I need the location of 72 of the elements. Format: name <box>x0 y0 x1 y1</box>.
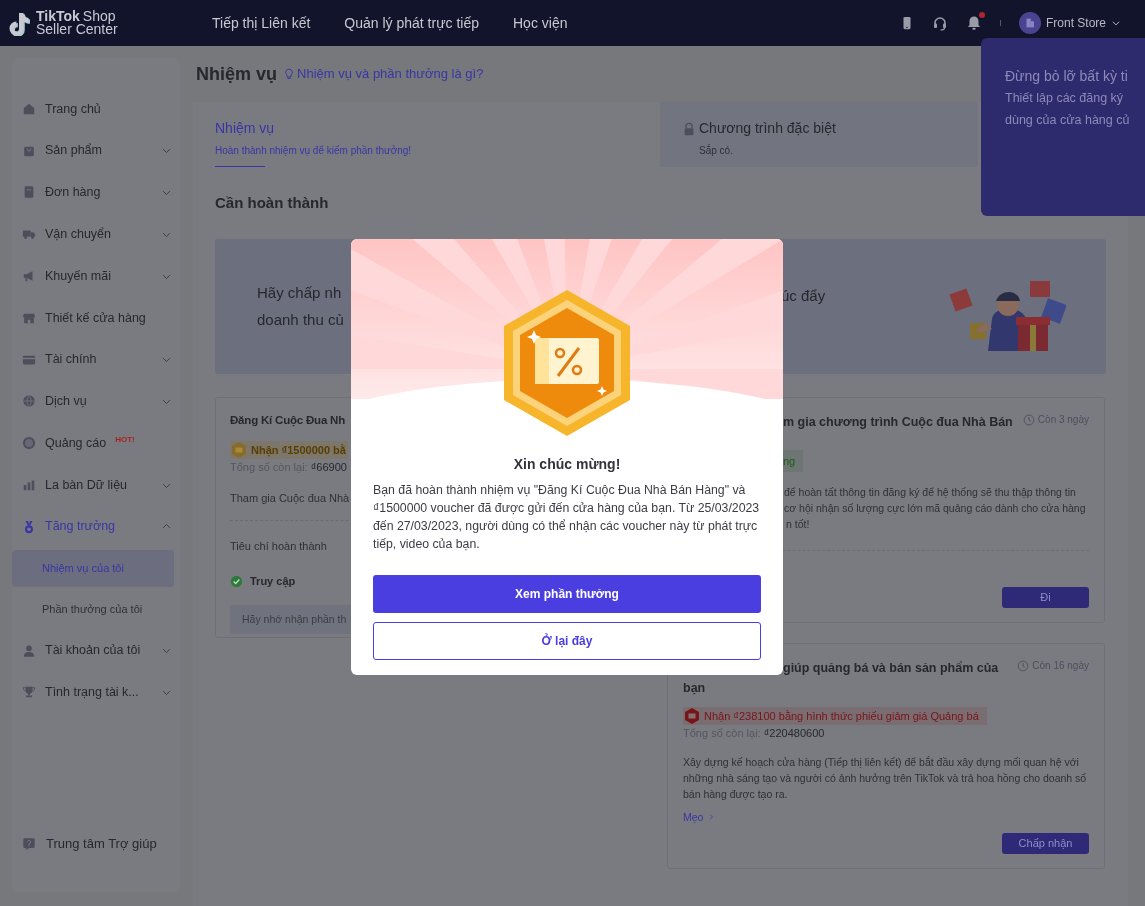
sidebar-item[interactable]: Tăng trưởng <box>12 505 180 548</box>
sidebar-item[interactable]: Quảng cáo HOT! <box>12 422 180 465</box>
help-center-link[interactable]: Trung tâm Trợ giúp <box>12 824 180 864</box>
clock-icon <box>1022 413 1035 426</box>
megaphone-icon <box>22 269 36 284</box>
bar-chart-icon <box>22 478 36 493</box>
sidebar-item[interactable]: Sản phẩm <box>12 129 180 172</box>
banner-text: doanh thu củ <box>257 309 344 330</box>
chevron-down-icon <box>1111 18 1121 28</box>
action-button[interactable]: Đi <box>1002 587 1089 608</box>
globe-icon <box>22 394 36 409</box>
popup-title: Đừng bỏ lỡ bất kỳ ti <box>1005 67 1129 86</box>
voucher-icon <box>683 707 701 725</box>
sidebar-item[interactable]: Tình trạng tài k... <box>12 671 180 714</box>
help-icon <box>22 837 36 851</box>
user-icon <box>22 643 36 658</box>
chevron-right-icon <box>707 813 716 822</box>
sidebar-item[interactable]: Đơn hàng <box>12 171 180 214</box>
headset-icon[interactable] <box>931 15 948 31</box>
criteria-title: Tiêu chí hoàn thành <box>230 539 327 555</box>
task-title: giúp quảng bá và bán sản phẩm của <box>783 660 999 677</box>
logo-brand: TikTok <box>36 10 80 23</box>
stay-here-button[interactable]: Ở lại đây <box>373 622 761 660</box>
banner-text: Hãy chấp nh <box>257 283 343 303</box>
trophy-icon <box>22 685 36 700</box>
task-description: Xây dựng kế hoạch cửa hàng (Tiếp thị liên kết) để bắt đầu xây dựng mối quan hệ với những nhà sáng tạo và người có ảnh hưởng trên TikTok và trả hoa hồng cho doanh số bán hàng được tạo ra. <box>683 754 1088 802</box>
popup-text: Thiết lập các đăng ký <box>1005 90 1125 107</box>
sidebar-subitem[interactable]: Phần thưởng của tôi <box>12 590 174 628</box>
reward-tag: Nhận ₫238100 bằng hình thức phiếu giảm giá Quảng bá <box>683 707 987 725</box>
view-rewards-button[interactable]: Xem phần thưởng <box>373 575 761 613</box>
sidebar-item[interactable]: Khuyến mãi <box>12 255 180 297</box>
logo-subtitle: Seller Center <box>36 23 118 36</box>
logo-icon <box>6 10 32 36</box>
task-description: n tốt! <box>786 517 810 532</box>
sidebar-item[interactable]: Vận chuyển <box>12 213 180 256</box>
criteria-item: Truy cập <box>250 573 296 590</box>
sidebar-item[interactable]: Tài khoản của tôi <box>12 629 180 672</box>
task-description: để hoàn tất thông tin đăng ký để hệ thống sẽ thu thập thông tin <box>784 485 1076 500</box>
action-button[interactable]: Chấp nhận <box>1002 833 1089 854</box>
task-title: Đăng Kí Cuộc Đua Nh <box>230 413 346 429</box>
notification-icon[interactable] <box>965 15 982 31</box>
home-icon <box>22 101 36 116</box>
sidebar-item[interactable]: Thiết kế cửa hàng <box>12 297 180 339</box>
medal-icon <box>22 519 36 534</box>
task-title: bạn <box>683 680 706 697</box>
task-description: Tham gia Cuộc đua Nhà <box>230 490 350 506</box>
section-title: Cần hoàn thành <box>215 192 330 213</box>
hot-label: HOT! <box>115 434 135 447</box>
lightbulb-icon <box>283 68 296 80</box>
nav-link[interactable]: Tiếp thị Liên kết <box>212 12 311 34</box>
nav-link[interactable]: Học viện <box>513 12 568 34</box>
task-title: m gia chương trình Cuộc đua Nhà Bán <box>783 414 1013 431</box>
tab[interactable]: Chương trình đặc biệt Sắp có. <box>660 102 978 167</box>
voucher-icon <box>230 441 248 460</box>
sidebar-item[interactable]: Trang chủ <box>12 88 180 130</box>
sidebar-item[interactable]: La bàn Dữ liệu <box>12 464 180 506</box>
nav-link[interactable]: Quản lý phát trực tiếp <box>344 12 479 34</box>
help-link[interactable]: Nhiệm vụ và phần thưởng là gì? <box>283 64 484 84</box>
sidebar-item[interactable]: Dịch vụ <box>12 380 180 423</box>
logo-product: Shop <box>82 10 116 23</box>
ad-icon <box>22 436 36 451</box>
document-icon <box>22 185 36 200</box>
dialog-message: Bạn đã hoàn thành nhiệm vụ "Đăng Kí Cuộc Đua Nhà Bán Hàng" và ₫1500000 voucher đã được gửi đến cửa hàng của bạn. Từ 25/03/2023 đến 27/03/2023, người dùng có thể nhận các voucher này từ phát trực tiếp, video của bạn. <box>372 482 761 553</box>
page-title: Nhiệm vụ <box>196 62 278 86</box>
clock-icon <box>1017 659 1030 672</box>
sidebar-item[interactable]: Tài chính <box>12 338 180 381</box>
reward-tag: Nhận ₫1500000 bằ <box>230 441 348 460</box>
popup-text: dùng của cửa hàng củ <box>1005 112 1131 129</box>
tips-link[interactable]: Mẹo <box>683 809 716 826</box>
dialog-title: Xin chúc mừng! <box>513 455 621 474</box>
task-description: cơ hội nhận số lượng cực lớn mã quảng cáo dành cho cửa hàng <box>784 501 1086 516</box>
store-menu[interactable]: Front Store <box>1018 12 1121 34</box>
